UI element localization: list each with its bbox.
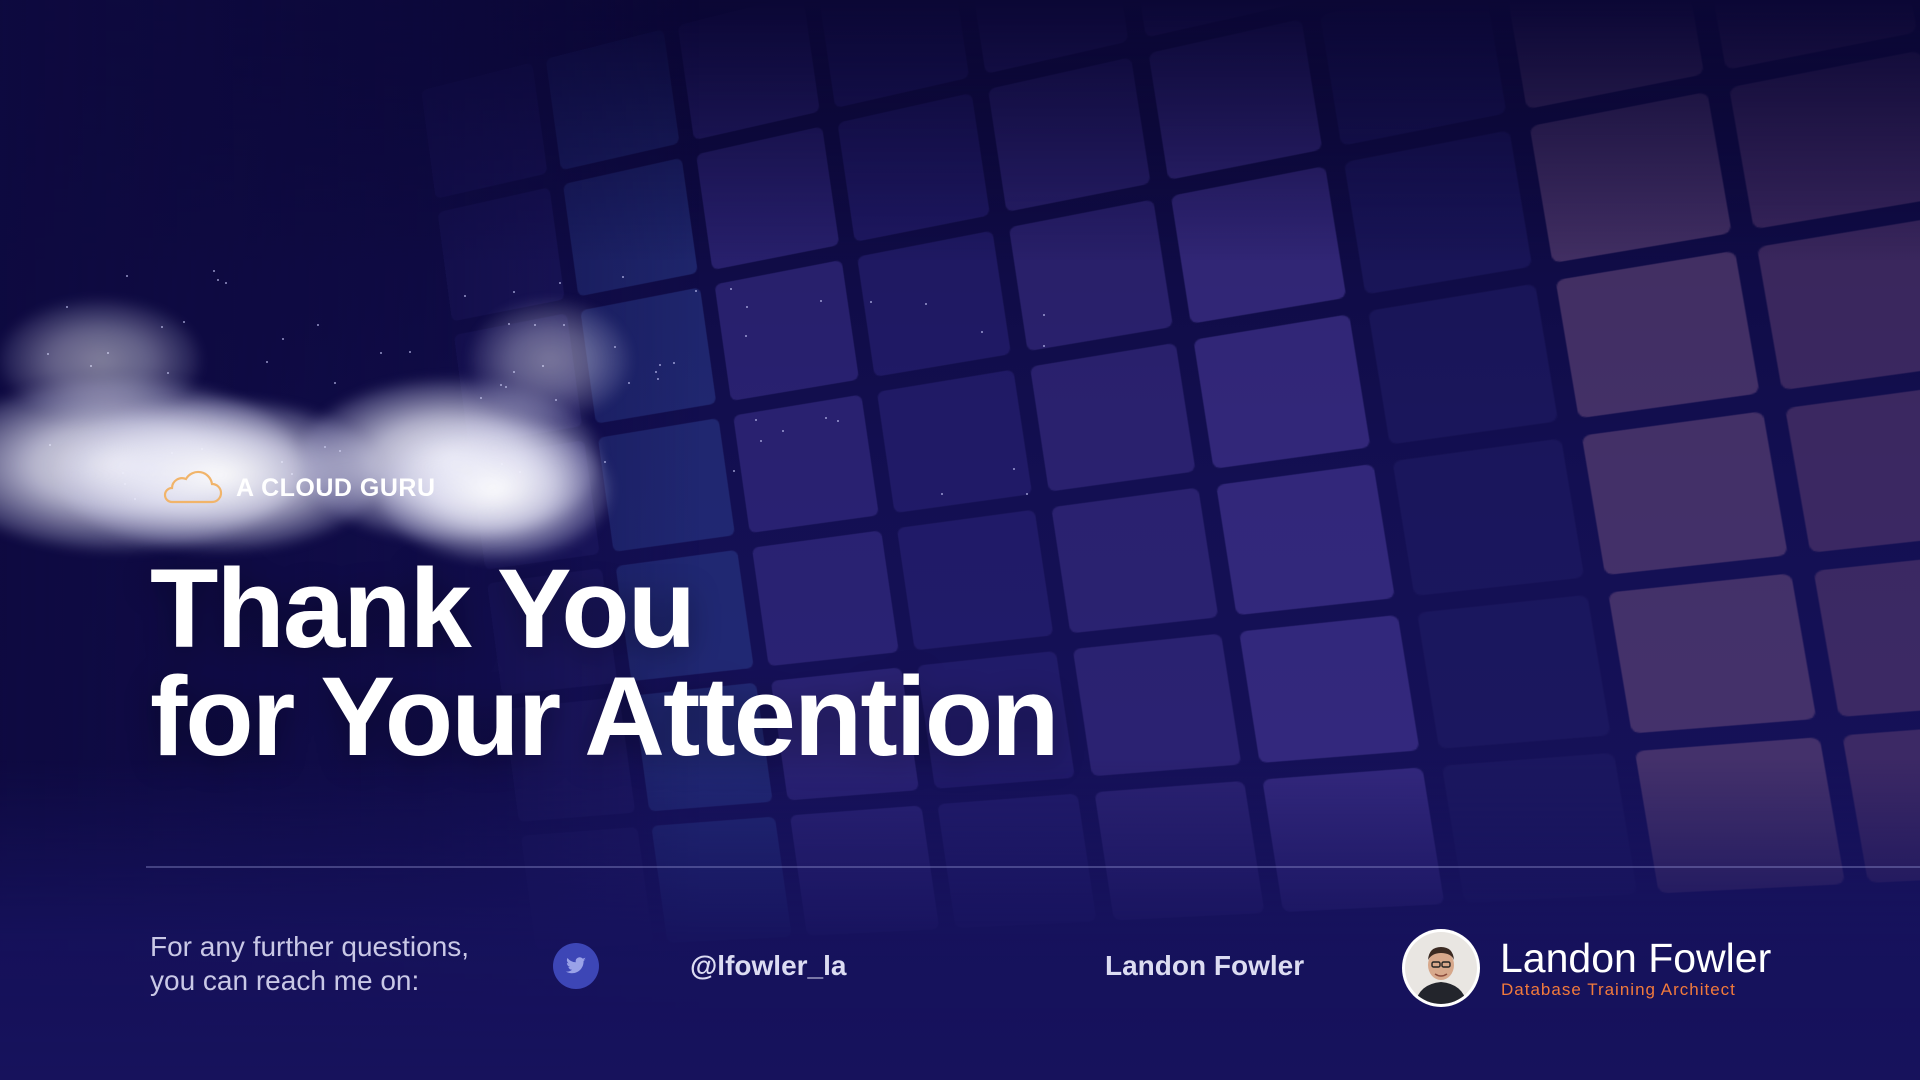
twitter-button[interactable] bbox=[553, 943, 599, 989]
background-tile bbox=[1417, 595, 1611, 749]
star bbox=[1043, 345, 1045, 347]
star bbox=[1013, 468, 1015, 470]
star bbox=[760, 440, 762, 442]
star bbox=[213, 270, 215, 272]
star bbox=[266, 361, 268, 363]
background-tile bbox=[1030, 343, 1196, 492]
star bbox=[733, 470, 735, 472]
star bbox=[659, 364, 661, 366]
star bbox=[225, 282, 227, 284]
presenter-photo bbox=[1405, 932, 1477, 1004]
star bbox=[870, 301, 872, 303]
star bbox=[604, 461, 606, 463]
star bbox=[825, 417, 827, 419]
thank-you-slide: A CLOUD GURU Thank You for Your Attentio… bbox=[0, 0, 1920, 1080]
brand-logo: A CLOUD GURU bbox=[160, 468, 436, 508]
star bbox=[464, 295, 466, 297]
brand-name: A CLOUD GURU bbox=[236, 474, 436, 503]
star bbox=[409, 351, 411, 353]
headline-line-2: for Your Attention bbox=[150, 663, 1058, 771]
star bbox=[673, 362, 675, 364]
background-tile bbox=[1393, 438, 1585, 595]
background-tile bbox=[1193, 314, 1370, 469]
star bbox=[1026, 493, 1028, 495]
page-title: Thank You for Your Attention bbox=[150, 555, 1058, 771]
star bbox=[183, 321, 185, 323]
star bbox=[126, 275, 128, 277]
footer-divider bbox=[146, 866, 1920, 868]
star bbox=[981, 331, 983, 333]
background-tile bbox=[1216, 464, 1395, 615]
star bbox=[513, 291, 515, 293]
star bbox=[925, 303, 927, 305]
background-tile bbox=[1239, 615, 1419, 763]
star bbox=[746, 306, 748, 308]
star bbox=[282, 338, 284, 340]
star bbox=[837, 420, 839, 422]
star bbox=[334, 382, 336, 384]
cloud-outline-icon bbox=[160, 468, 224, 508]
presenter-title: Database Training Architect bbox=[1501, 980, 1736, 1000]
background-tile bbox=[715, 260, 859, 401]
star bbox=[941, 493, 943, 495]
twitter-handle-link[interactable]: @lfowler_la bbox=[690, 950, 846, 982]
star bbox=[1043, 314, 1045, 316]
presenter-name: Landon Fowler bbox=[1500, 935, 1771, 981]
star bbox=[745, 335, 747, 337]
star bbox=[317, 324, 319, 326]
star bbox=[820, 300, 822, 302]
presenter-avatar bbox=[1405, 932, 1477, 1004]
contact-prompt: For any further questions, you can reach… bbox=[150, 930, 469, 998]
background-fade-bottom bbox=[0, 760, 1920, 1080]
background-tile bbox=[1368, 284, 1558, 445]
star bbox=[559, 282, 561, 284]
background-tile bbox=[1608, 573, 1816, 733]
star bbox=[657, 378, 659, 380]
background-tile bbox=[1556, 251, 1760, 419]
contact-prompt-line-2: you can reach me on: bbox=[150, 964, 469, 998]
background-tile bbox=[1051, 487, 1218, 633]
background-tile bbox=[733, 395, 879, 534]
headline-line-1: Thank You bbox=[150, 555, 1058, 663]
star bbox=[622, 276, 624, 278]
star bbox=[730, 288, 732, 290]
star bbox=[782, 430, 784, 432]
star bbox=[380, 352, 382, 354]
background-tile bbox=[1785, 382, 1920, 553]
twitter-bird-icon bbox=[565, 957, 587, 975]
background-tile bbox=[877, 369, 1032, 513]
contact-prompt-line-1: For any further questions, bbox=[150, 930, 469, 964]
star bbox=[217, 279, 219, 281]
star bbox=[695, 290, 697, 292]
star bbox=[655, 371, 657, 373]
background-tile bbox=[1582, 411, 1788, 575]
contact-name: Landon Fowler bbox=[1105, 950, 1304, 982]
star bbox=[628, 382, 630, 384]
star bbox=[755, 419, 757, 421]
background-tile bbox=[1073, 634, 1242, 777]
background-tile bbox=[1814, 550, 1920, 717]
